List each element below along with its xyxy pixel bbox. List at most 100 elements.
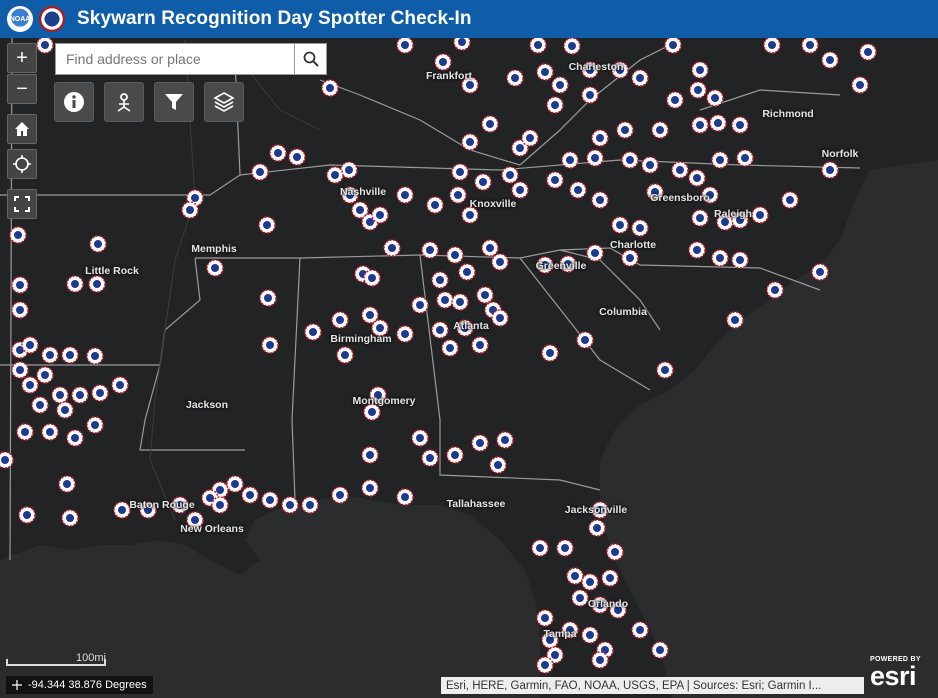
spotter-marker[interactable] xyxy=(411,296,429,314)
spotter-marker[interactable] xyxy=(541,344,559,362)
spotter-marker[interactable] xyxy=(766,281,784,299)
spotter-marker[interactable] xyxy=(481,115,499,133)
spotter-marker[interactable] xyxy=(66,275,84,293)
spotter-marker[interactable] xyxy=(436,291,454,309)
spotter-marker[interactable] xyxy=(451,163,469,181)
spotter-marker[interactable] xyxy=(206,259,224,277)
spotter-marker[interactable] xyxy=(821,51,839,69)
spotter-marker[interactable] xyxy=(41,423,59,441)
spotter-marker[interactable] xyxy=(86,347,104,365)
map-attribution[interactable]: Esri, HERE, Garmin, FAO, NOAA, USGS, EPA… xyxy=(441,677,864,694)
spotter-marker[interactable] xyxy=(361,446,379,464)
spotter-marker[interactable] xyxy=(588,519,606,537)
spotter-marker[interactable] xyxy=(641,156,659,174)
spotter-marker[interactable] xyxy=(441,339,459,357)
layers-button[interactable] xyxy=(204,82,244,122)
zoom-out-button[interactable]: − xyxy=(7,74,37,104)
spotter-marker[interactable] xyxy=(363,269,381,287)
spotter-marker[interactable] xyxy=(451,293,469,311)
spotter-marker[interactable] xyxy=(421,241,439,259)
spotter-marker[interactable] xyxy=(521,129,539,147)
spotter-marker[interactable] xyxy=(571,589,589,607)
spotter-marker[interactable] xyxy=(66,429,84,447)
spotter-marker[interactable] xyxy=(11,361,29,379)
spotter-marker[interactable] xyxy=(41,346,59,364)
spotter-marker[interactable] xyxy=(31,396,49,414)
spotter-marker[interactable] xyxy=(563,38,581,55)
spotter-marker[interactable] xyxy=(474,173,492,191)
spotter-marker[interactable] xyxy=(51,386,69,404)
spotter-marker[interactable] xyxy=(396,488,414,506)
spotter-marker[interactable] xyxy=(58,475,76,493)
coordinate-display[interactable]: -94.344 38.876 Degrees xyxy=(6,676,153,694)
spotter-marker[interactable] xyxy=(371,206,389,224)
spotter-marker[interactable] xyxy=(18,506,36,524)
spotter-marker[interactable] xyxy=(396,325,414,343)
spotter-marker[interactable] xyxy=(601,569,619,587)
spotter-marker[interactable] xyxy=(491,253,509,271)
spotter-marker[interactable] xyxy=(581,86,599,104)
zoom-in-button[interactable]: + xyxy=(7,43,37,73)
spotter-marker[interactable] xyxy=(226,475,244,493)
spotter-marker[interactable] xyxy=(426,196,444,214)
spotter-marker[interactable] xyxy=(586,149,604,167)
spotter-marker[interactable] xyxy=(536,63,554,81)
spotter-marker[interactable] xyxy=(61,346,79,364)
spotter-marker[interactable] xyxy=(851,76,869,94)
spotter-marker[interactable] xyxy=(506,69,524,87)
spotter-marker[interactable] xyxy=(689,81,707,99)
spotter-marker[interactable] xyxy=(621,249,639,267)
esri-logo[interactable]: POWERED BY esri xyxy=(870,656,932,692)
spotter-marker[interactable] xyxy=(656,361,674,379)
spotter-marker[interactable] xyxy=(709,114,727,132)
spotter-marker[interactable] xyxy=(91,384,109,402)
spotter-marker[interactable] xyxy=(269,144,287,162)
spotter-marker[interactable] xyxy=(88,275,106,293)
spotter-marker[interactable] xyxy=(666,91,684,109)
spotter-marker[interactable] xyxy=(461,133,479,151)
spotter-marker[interactable] xyxy=(651,121,669,139)
spotter-marker[interactable] xyxy=(621,151,639,169)
spotter-marker[interactable] xyxy=(591,129,609,147)
spotter-marker[interactable] xyxy=(606,543,624,561)
spotter-marker[interactable] xyxy=(576,331,594,349)
map-view[interactable]: Frankfort Charleston Richmond Norfolk Na… xyxy=(0,38,938,698)
spotter-marker[interactable] xyxy=(688,169,706,187)
spotter-marker[interactable] xyxy=(736,149,754,167)
spotter-marker[interactable] xyxy=(491,309,509,327)
spotter-marker[interactable] xyxy=(113,501,131,519)
spotter-marker[interactable] xyxy=(258,216,276,234)
spotter-marker[interactable] xyxy=(489,456,507,474)
spotter-marker[interactable] xyxy=(496,431,514,449)
spotter-marker[interactable] xyxy=(731,251,749,269)
spotter-marker[interactable] xyxy=(556,539,574,557)
spotter-marker[interactable] xyxy=(726,311,744,329)
spotter-marker[interactable] xyxy=(16,423,34,441)
spotter-marker[interactable] xyxy=(501,166,519,184)
spotter-marker[interactable] xyxy=(9,226,27,244)
spotter-marker[interactable] xyxy=(531,539,549,557)
spotter-marker[interactable] xyxy=(281,496,299,514)
search-input[interactable] xyxy=(55,43,295,75)
spotter-marker[interactable] xyxy=(471,336,489,354)
spotter-marker[interactable] xyxy=(561,151,579,169)
spotter-marker[interactable] xyxy=(86,416,104,434)
spotter-marker[interactable] xyxy=(261,336,279,354)
locate-button[interactable] xyxy=(7,149,37,179)
spotter-marker[interactable] xyxy=(581,626,599,644)
spotter-marker[interactable] xyxy=(36,366,54,384)
spotter-marker[interactable] xyxy=(591,191,609,209)
spotter-marker[interactable] xyxy=(11,276,29,294)
spotter-marker[interactable] xyxy=(536,656,554,674)
spotter-marker[interactable] xyxy=(476,286,494,304)
spotter-marker[interactable] xyxy=(241,486,259,504)
spotter-marker[interactable] xyxy=(651,641,669,659)
measure-button[interactable] xyxy=(104,82,144,122)
spotter-marker[interactable] xyxy=(569,181,587,199)
spotter-marker[interactable] xyxy=(288,148,306,166)
spotter-marker[interactable] xyxy=(21,376,39,394)
spotter-marker[interactable] xyxy=(731,116,749,134)
spotter-marker[interactable] xyxy=(449,186,467,204)
spotter-marker[interactable] xyxy=(671,161,689,179)
filter-button[interactable] xyxy=(154,82,194,122)
